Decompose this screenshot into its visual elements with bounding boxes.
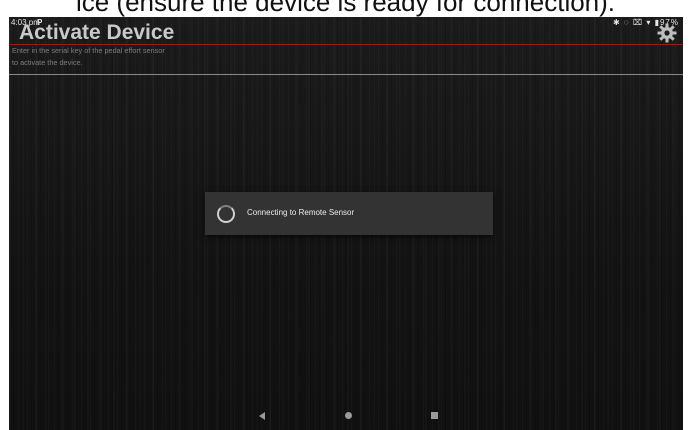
progress-message: Connecting to Remote Sensor <box>247 208 355 217</box>
device-screen: 4:03 pm P ✱ ◌ ⌧ ▾ ▮97% Activate Device E… <box>9 17 683 430</box>
back-triangle-icon[interactable] <box>259 412 265 420</box>
loading-spinner-icon <box>217 205 235 223</box>
instruction-line-2: to activate the device. <box>12 58 83 67</box>
progress-dialog: Connecting to Remote Sensor <box>205 192 493 235</box>
page-title: Activate Device <box>19 21 175 44</box>
gear-icon[interactable] <box>657 23 677 43</box>
overlay-caption: ice (ensure the device is ready for conn… <box>75 0 616 17</box>
instruction-line-1: Enter in the serial key of the pedal eff… <box>12 46 165 55</box>
serial-input-underline[interactable] <box>9 74 683 75</box>
home-circle-icon[interactable] <box>345 412 352 419</box>
app-header: Activate Device <box>9 21 683 44</box>
recent-square-icon[interactable] <box>431 412 438 419</box>
instruction-text: Enter in the serial key of the pedal eff… <box>12 45 232 69</box>
navigation-bar <box>9 407 683 430</box>
